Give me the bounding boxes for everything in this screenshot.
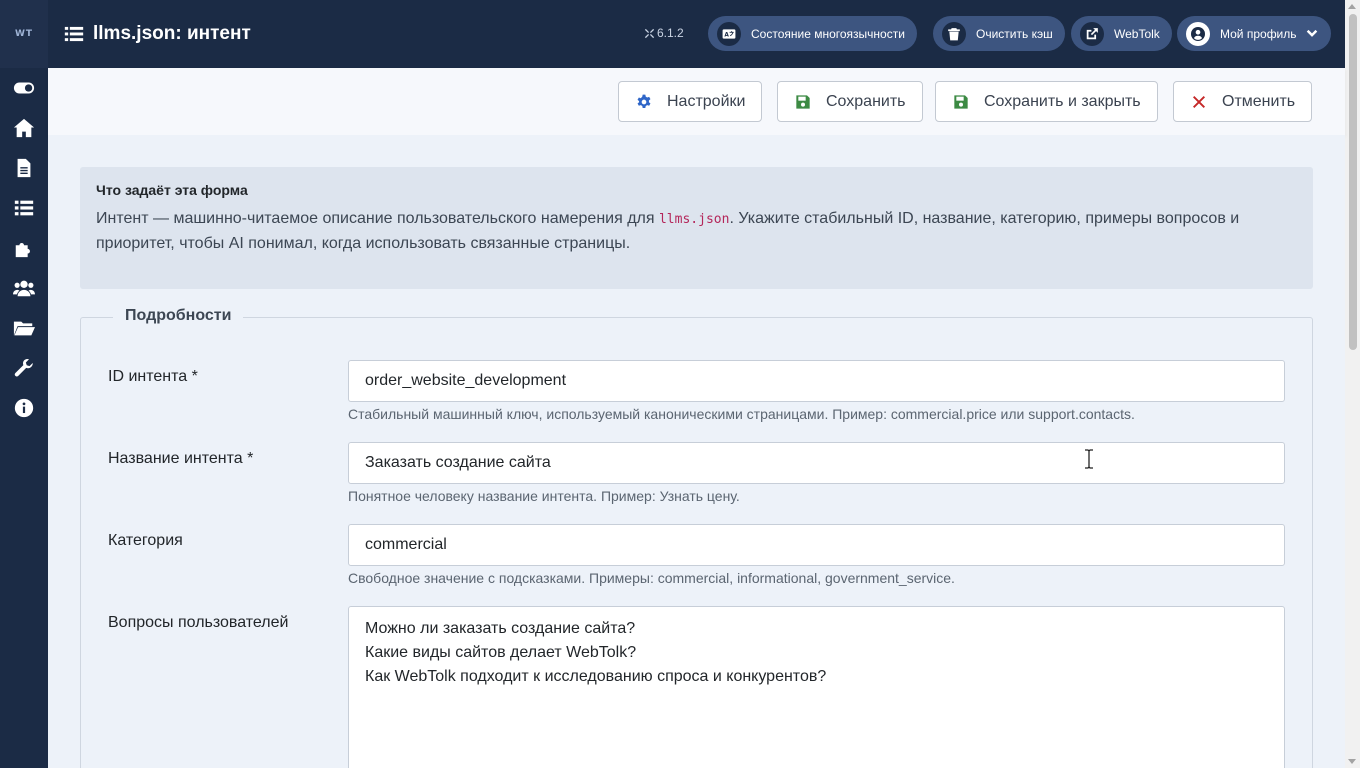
list-icon xyxy=(14,200,34,216)
language-icon: A xyxy=(722,28,736,39)
scroll-up-arrow[interactable] xyxy=(1348,4,1356,9)
info-title: Что задаёт эта форма xyxy=(96,182,248,198)
version-badge: 6.1.2 xyxy=(644,26,684,40)
cancel-button[interactable]: Отменить xyxy=(1173,81,1313,122)
scroll-thumb[interactable] xyxy=(1349,14,1357,350)
intent-id-input[interactable]: order_website_development xyxy=(348,360,1285,402)
category-input[interactable]: commercial xyxy=(348,524,1285,566)
intent-id-label: ID интента * xyxy=(108,368,198,385)
trash-icon xyxy=(948,27,960,40)
sidebar-toggle[interactable] xyxy=(0,68,48,108)
text-cursor-icon xyxy=(1085,449,1093,469)
chevron-down-icon xyxy=(1306,29,1317,37)
category-label: Категория xyxy=(108,532,183,549)
save-label: Сохранить xyxy=(826,92,906,110)
list-icon xyxy=(64,26,84,42)
info-alert: Что задаёт эта форма Интент — машинно-чи… xyxy=(80,167,1313,289)
home-icon xyxy=(13,118,35,138)
version-text: 6.1.2 xyxy=(657,26,684,40)
sidebar-item-users[interactable] xyxy=(0,268,48,308)
scrollbar[interactable] xyxy=(1345,0,1360,768)
question-line: Как WebTolk подходит к исследованию спро… xyxy=(365,668,827,685)
intent-id-help: Стабильный машинный ключ, используемый к… xyxy=(348,406,1135,422)
toolbar: Настройки Сохранить Сохранить и закрыть … xyxy=(48,68,1345,135)
save-button[interactable]: Сохранить xyxy=(777,81,923,122)
questions-label: Вопросы пользователей xyxy=(108,614,289,631)
page-title: llms.json: интент xyxy=(64,23,251,45)
sidebar-item-home[interactable] xyxy=(0,108,48,148)
page-title-text: llms.json: интент xyxy=(93,23,251,44)
intent-name-label: Название интента * xyxy=(108,450,254,467)
users-icon xyxy=(13,280,35,297)
multilang-status-label: Состояние многоязычности xyxy=(751,26,905,41)
settings-label: Настройки xyxy=(667,92,746,110)
user-circle-icon xyxy=(1191,26,1205,41)
sidebar: WT xyxy=(0,0,48,768)
logo-text: WT xyxy=(14,29,34,39)
category-help: Свободное значение с подсказками. Пример… xyxy=(348,570,955,586)
external-link-icon xyxy=(1086,27,1098,39)
toggle-icon xyxy=(13,82,35,94)
intent-name-input[interactable]: Заказать создание сайта xyxy=(348,442,1285,484)
info-text: Интент — машинно-читаемое описание польз… xyxy=(96,210,1240,252)
file-icon xyxy=(17,158,31,178)
clear-cache-button[interactable]: Очистить кэш xyxy=(933,16,1065,51)
puzzle-icon xyxy=(15,242,30,258)
fieldset-legend: Подробности xyxy=(113,307,244,325)
clear-cache-label: Очистить кэш xyxy=(976,26,1053,41)
logo[interactable]: WT xyxy=(0,0,48,68)
sidebar-item-content[interactable] xyxy=(0,148,48,188)
sidebar-item-media[interactable] xyxy=(0,308,48,348)
save-and-close-label: Сохранить и закрыть xyxy=(984,92,1141,110)
questions-textarea[interactable]: Можно ли заказать создание сайта? Какие … xyxy=(348,606,1285,768)
profile-label: Мой профиль xyxy=(1220,26,1297,41)
sidebar-item-help[interactable] xyxy=(0,388,48,428)
sidebar-item-components[interactable] xyxy=(0,228,48,268)
svg-text:A: A xyxy=(724,32,729,38)
save-icon xyxy=(954,94,968,109)
question-line: Какие виды сайтов делает WebTolk? xyxy=(365,644,637,661)
joomla-icon xyxy=(644,28,655,38)
header: llms.json: интент 6.1.2 A Состояние мног… xyxy=(48,0,1345,68)
multilang-status-button[interactable]: A Состояние многоязычности xyxy=(708,16,917,51)
scroll-down-arrow[interactable] xyxy=(1348,759,1356,764)
view-site-button[interactable]: WebTolk xyxy=(1071,16,1172,51)
profile-menu-button[interactable]: Мой профиль xyxy=(1177,16,1331,51)
intent-name-help: Понятное человеку название интента. Прим… xyxy=(348,488,740,504)
settings-button[interactable]: Настройки xyxy=(618,81,763,122)
question-line: Можно ли заказать создание сайта? xyxy=(365,620,636,637)
sidebar-item-menus[interactable] xyxy=(0,188,48,228)
view-site-label: WebTolk xyxy=(1114,26,1160,41)
close-icon xyxy=(1193,95,1205,108)
details-fieldset: Подробности ID интента * order_website_d… xyxy=(80,307,1313,768)
main-content: Что задаёт эта форма Интент — машинно-чи… xyxy=(48,135,1345,768)
save-and-close-button[interactable]: Сохранить и закрыть xyxy=(935,81,1158,122)
folder-icon xyxy=(13,321,35,336)
info-icon xyxy=(14,398,34,418)
save-icon xyxy=(796,94,810,109)
sidebar-item-system[interactable] xyxy=(0,348,48,388)
info-code: llms.json xyxy=(658,212,730,227)
cancel-label: Отменить xyxy=(1222,92,1296,110)
gear-icon xyxy=(637,94,651,108)
wrench-icon xyxy=(14,359,33,377)
